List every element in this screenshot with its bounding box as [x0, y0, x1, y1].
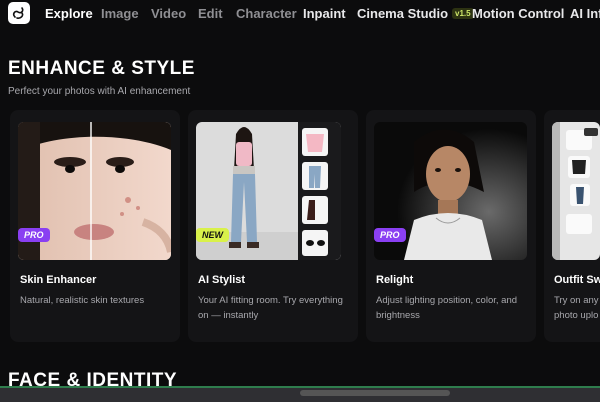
- section-subtitle-enhance: Perfect your photos with AI enhancement: [8, 86, 191, 97]
- top-nav: Explore Image Video Edit Character Inpai…: [0, 0, 600, 28]
- card-description: Your AI fitting room. Try everything on …: [198, 295, 343, 321]
- new-badge: NEW: [196, 228, 229, 242]
- card-title: Relight: [376, 274, 414, 286]
- app-logo-icon[interactable]: [8, 2, 30, 24]
- pro-badge: PRO: [18, 228, 50, 242]
- card-description: Natural, realistic skin textures: [20, 295, 145, 306]
- card-relight[interactable]: PRO Relight Adjust lighting position, co…: [366, 110, 536, 342]
- pro-badge: PRO: [374, 228, 406, 242]
- nav-motion-control[interactable]: Motion Control: [472, 6, 564, 21]
- nav-cinema-studio-label: Cinema Studio: [357, 6, 449, 21]
- card-ai-stylist[interactable]: NEW AI Stylist Your AI fitting room. Try…: [188, 110, 358, 342]
- card-title: AI Stylist: [198, 274, 246, 286]
- nav-cinema-studio[interactable]: Cinema Studio v1.5: [357, 6, 474, 21]
- card-title: Outfit Sw: [554, 274, 600, 286]
- card-description: Adjust lighting position, color, and bri…: [376, 295, 518, 321]
- card-skin-enhancer[interactable]: PRO Skin Enhancer Natural, realistic ski…: [10, 110, 180, 342]
- version-badge: v1.5: [452, 8, 474, 19]
- nav-character[interactable]: Character: [236, 6, 297, 21]
- nav-ai-influencer[interactable]: AI Infl: [570, 6, 600, 21]
- nav-video[interactable]: Video: [151, 6, 186, 21]
- card-outfit-swap[interactable]: Outfit Sw Try on any photo uplo: [544, 110, 600, 342]
- card-title: Skin Enhancer: [20, 274, 97, 286]
- outfit-swap-preview-image: [552, 122, 600, 260]
- nav-edit[interactable]: Edit: [198, 6, 223, 21]
- card-description: Try on any photo uplo: [554, 295, 599, 321]
- taskbar-handle: [300, 390, 450, 396]
- section-title-enhance: ENHANCE & STYLE: [8, 58, 195, 79]
- nav-inpaint[interactable]: Inpaint: [303, 6, 346, 21]
- nav-explore[interactable]: Explore: [45, 6, 93, 21]
- nav-image[interactable]: Image: [101, 6, 139, 21]
